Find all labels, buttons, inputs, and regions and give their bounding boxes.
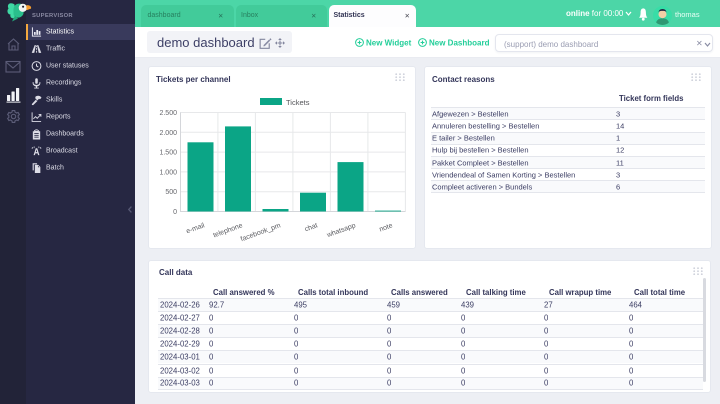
svg-text:facebook_pm: facebook_pm [240, 222, 282, 243]
svg-text:chat: chat [304, 222, 319, 233]
svg-text:note: note [378, 222, 393, 233]
svg-text:Tickets: Tickets [286, 98, 310, 107]
svg-text:0: 0 [173, 209, 177, 216]
svg-text:e-mail: e-mail [185, 222, 206, 235]
svg-text:2.500: 2.500 [159, 110, 177, 117]
svg-text:2.000: 2.000 [159, 130, 177, 137]
svg-text:500: 500 [165, 189, 177, 196]
svg-text:whatsapp: whatsapp [325, 222, 357, 239]
svg-text:1.500: 1.500 [159, 150, 177, 157]
svg-text:1.000: 1.000 [159, 169, 177, 176]
